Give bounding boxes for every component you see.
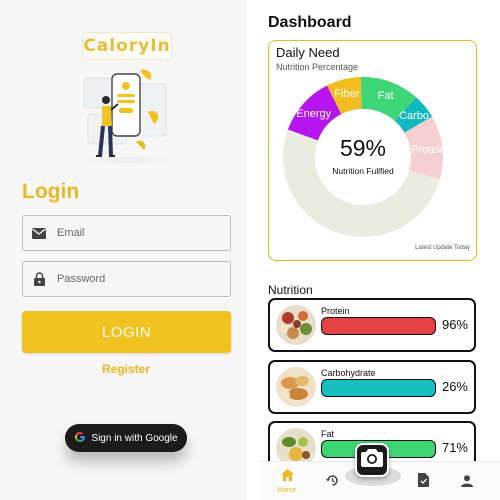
daily-need-subtitle: Nutrition Percentage <box>276 62 359 72</box>
donut-center-percent: 59% <box>340 135 386 161</box>
document-icon <box>417 473 429 492</box>
nutrition-section-title: Nutrition <box>268 283 313 297</box>
nav-home-label: Home <box>277 487 297 494</box>
nutrition-name: Carbohydrate <box>321 368 376 378</box>
nutrition-percent: 96% <box>441 317 468 332</box>
profile-icon <box>461 474 473 492</box>
login-title: Login <box>22 180 80 203</box>
donut-slice-label: Protein <box>411 144 443 156</box>
password-field[interactable] <box>22 261 231 297</box>
donut-slice-label: Fiber <box>334 88 359 100</box>
screen-divider <box>247 0 261 500</box>
nav-home[interactable]: Home <box>272 468 302 494</box>
password-input[interactable] <box>57 273 217 285</box>
carbohydrate-progress-bar <box>321 379 436 397</box>
nav-history[interactable] <box>317 474 347 492</box>
camera-scan-button[interactable] <box>355 443 389 477</box>
donut-slice-label: Fat <box>378 90 394 102</box>
app-screens: CaloryIn Login Email LOGIN Register Sign… <box>0 0 500 500</box>
nutrition-donut-chart: EnergyFiber Fat Carbo Protein 59% Nutrition… <box>283 77 443 237</box>
nav-document[interactable] <box>408 473 438 492</box>
protein-food-image <box>276 305 316 345</box>
daily-need-card: Daily Need Nutrition Percentage Energy Fi… <box>268 40 477 261</box>
donut-slice-label: Energy <box>296 108 331 120</box>
dashboard-title: Dashboard <box>268 14 352 31</box>
nutrition-percent: 71% <box>441 440 468 455</box>
email-input[interactable] <box>57 227 217 239</box>
register-link[interactable]: Register <box>0 362 252 376</box>
email-field[interactable] <box>22 215 231 251</box>
camera-icon <box>361 448 383 472</box>
nutrition-card-protein[interactable]: Protein 96% <box>268 298 476 352</box>
latest-update-note: Latest Update Today <box>415 245 470 251</box>
home-icon <box>280 468 294 486</box>
login-illustration <box>83 69 167 163</box>
dashboard-screen: Dashboard Daily Need Nutrition Percentag… <box>261 0 500 500</box>
google-label: Sign in with Google <box>91 432 178 444</box>
nutrition-card-carbohydrate[interactable]: Carbohydrate 26% <box>268 360 476 414</box>
logo-text: CaloryIn <box>83 36 171 56</box>
login-screen: CaloryIn Login Email LOGIN Register Sign… <box>0 0 247 500</box>
google-icon <box>74 431 86 446</box>
nutrition-name: Protein <box>321 306 350 316</box>
donut-slice-label: Carbo <box>399 110 429 122</box>
app-logo: CaloryIn <box>82 32 172 60</box>
nutrition-name: Fat <box>321 429 335 439</box>
daily-need-title: Daily Need <box>276 45 340 60</box>
protein-progress-bar <box>321 317 436 335</box>
lock-icon <box>23 272 55 286</box>
carbohydrate-food-image <box>276 367 316 407</box>
google-signin-button[interactable]: Sign in with Google <box>65 424 187 452</box>
history-icon <box>325 474 339 492</box>
donut-center-label: Nutrition Fullfied <box>332 166 394 176</box>
mail-icon <box>23 227 55 239</box>
nutrition-percent: 26% <box>441 379 468 394</box>
nav-profile[interactable] <box>452 474 482 492</box>
login-button[interactable]: LOGIN <box>22 311 231 353</box>
